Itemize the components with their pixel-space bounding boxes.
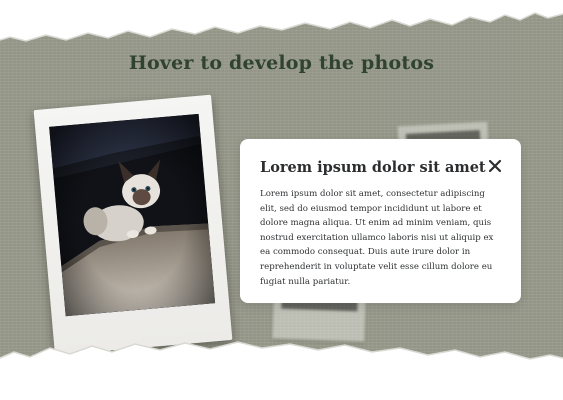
polaroid-photo-card[interactable] xyxy=(33,94,233,356)
modal-body-text: Lorem ipsum dolor sit amet, consectetur … xyxy=(260,189,494,287)
torn-paper-top xyxy=(0,0,563,42)
torn-paper-bottom xyxy=(0,341,563,400)
info-modal: Lorem ipsum dolor sit amet Lorem ipsum d… xyxy=(240,139,521,303)
cat-photo xyxy=(49,113,216,317)
page-title: Hover to develop the photos xyxy=(128,52,435,74)
close-icon[interactable] xyxy=(485,156,505,176)
modal-title: Lorem ipsum dolor sit amet xyxy=(260,159,486,176)
